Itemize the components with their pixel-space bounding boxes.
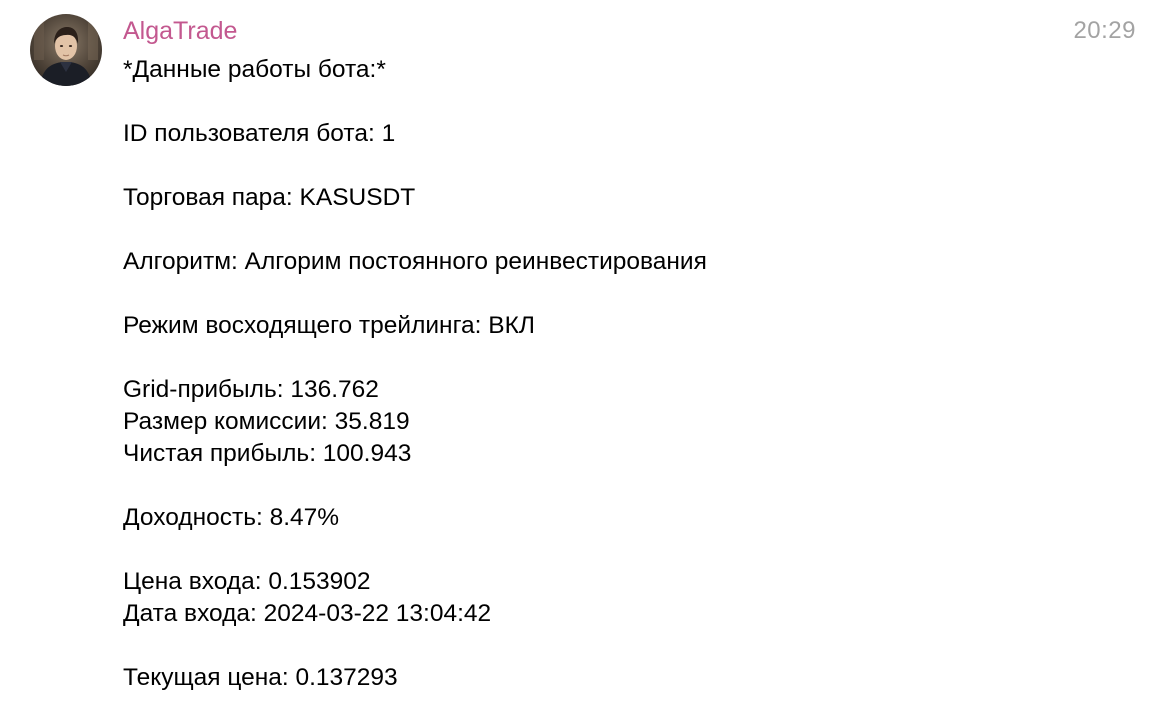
message-line — [123, 86, 1123, 118]
message-line: Чистая прибыль: 100.943 — [123, 440, 412, 467]
message-line: ID пользователя бота: 1 — [123, 120, 396, 147]
message-line — [123, 214, 1123, 246]
message-timestamp: 20:29 — [1073, 17, 1136, 44]
chat-message: AlgaTrade 20:29 *Данные работы бота:* ID… — [0, 0, 1162, 712]
message-line — [123, 534, 1123, 566]
message-line — [123, 278, 1123, 310]
message-line — [123, 342, 1123, 374]
message-line: Доходность: 8.47% — [123, 504, 340, 531]
message-line — [123, 470, 1123, 502]
sender-name[interactable]: AlgaTrade — [123, 15, 237, 47]
message-line: Алгоритм: Алгорим постоянного реинвестир… — [123, 248, 707, 275]
avatar[interactable] — [30, 14, 102, 86]
message-line: *Данные работы бота:* — [123, 56, 386, 83]
message-line: Текущая цена: 0.137293 — [123, 664, 398, 691]
message-line: Размер комиссии: 35.819 — [123, 408, 410, 435]
message-line — [123, 630, 1123, 662]
message-line: Цена входа: 0.153902 — [123, 568, 371, 595]
message-line: Торговая пара: KASUSDT — [123, 184, 416, 211]
user-avatar-icon — [30, 14, 102, 86]
message-text: *Данные работы бота:* ID пользователя бо… — [123, 54, 1123, 694]
message-line: Режим восходящего трейлинга: ВКЛ — [123, 312, 535, 339]
message-line: Grid-прибыль: 136.762 — [123, 376, 379, 403]
message-line — [123, 150, 1123, 182]
message-line: Дата входа: 2024-03-22 13:04:42 — [123, 600, 492, 627]
